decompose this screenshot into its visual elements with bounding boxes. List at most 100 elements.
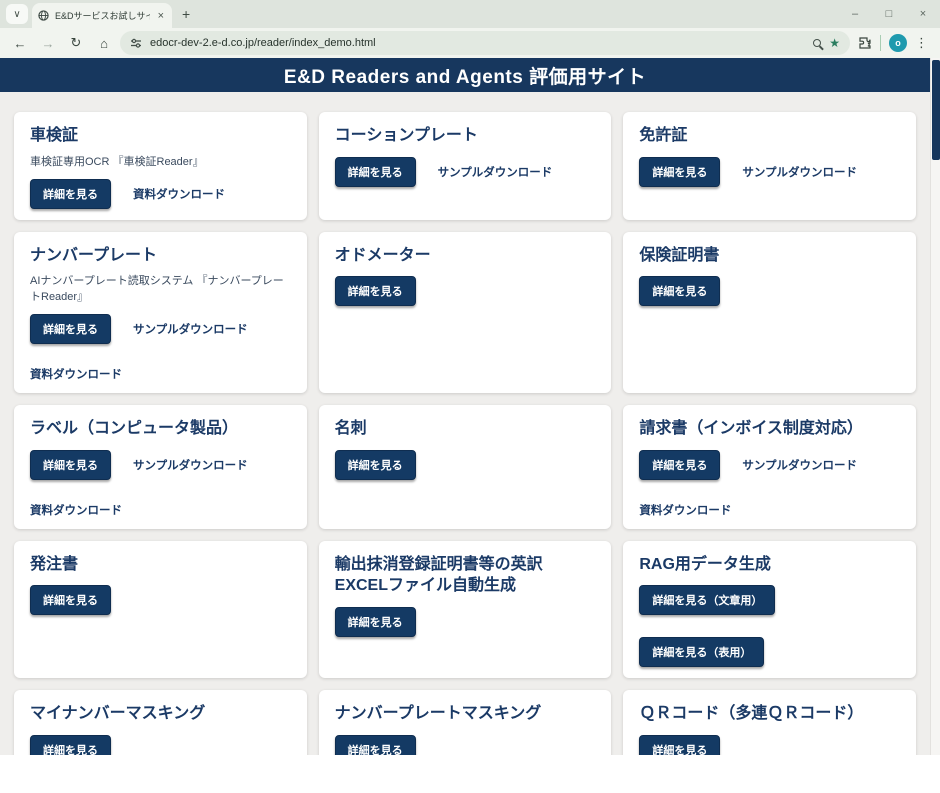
- card-actions: 詳細を見る サンプルダウンロード資料ダウンロード: [639, 449, 900, 518]
- sample-download-link[interactable]: サンプルダウンロード: [133, 457, 248, 473]
- card-title: オドメーター: [334, 246, 431, 264]
- card: 保険証明書詳細を見る: [623, 231, 916, 394]
- card-actions: 詳細を見る: [639, 276, 900, 307]
- search-icon[interactable]: [813, 39, 822, 47]
- details-button[interactable]: 詳細を見る: [30, 449, 111, 480]
- scrollbar-thumb[interactable]: [932, 60, 940, 160]
- card: ナンバープレート AIナンバープレート読取システム 『ナンバープレートReader…: [14, 231, 307, 394]
- cards-grid: 車検証 車検証専用OCR 『車検証Reader』 詳細を見る 資料ダウンロード コーショ…: [0, 92, 930, 755]
- card-actions: 詳細を見る: [334, 606, 596, 637]
- tab-title: E&Dサービスお試しサイト: [55, 11, 150, 21]
- details-button[interactable]: 詳細を見る: [639, 156, 721, 187]
- card: ラベル（コンピュータ製品） 詳細を見る サンプルダウンロード資料ダウンロード: [14, 405, 307, 529]
- card-title: ラベル（コンピュータ製品）: [30, 420, 239, 438]
- tab-strip: ∨ E&Dサービスお試しサイト × + – □ ×: [0, 0, 940, 28]
- card-title: 名刺: [334, 420, 367, 438]
- card: ＱＲコード（多連ＱＲコード） 詳細を見る: [623, 690, 916, 755]
- page-title: E&D Readers and Agents 評価用サイト: [283, 66, 647, 88]
- page-scrollbar[interactable]: [930, 58, 940, 755]
- reload-icon[interactable]: ↻: [64, 31, 88, 55]
- details-button[interactable]: 詳細を見る: [334, 734, 416, 755]
- details-button[interactable]: 詳細を見る: [334, 156, 416, 187]
- browser-window: ∨ E&Dサービスお試しサイト × + – □ × ← → ↻ ⌂ edocr-…: [0, 0, 940, 755]
- details-table-button[interactable]: 詳細を見る（表用）: [639, 637, 765, 668]
- site-header: E&D Readers and Agents 評価用サイト: [0, 58, 930, 92]
- details-button[interactable]: 詳細を見る: [30, 178, 111, 209]
- chevron-down-icon: ∨: [13, 8, 21, 20]
- new-tab-button[interactable]: +: [182, 6, 190, 22]
- card: 車検証車検証専用OCR 『車検証Reader』詳細を見る 資料ダウンロード: [14, 112, 307, 220]
- details-button[interactable]: 詳細を見る: [30, 734, 111, 755]
- details-button[interactable]: 詳細を見る: [334, 606, 416, 637]
- card-title: 発注書: [30, 555, 79, 573]
- card-title: 輸出抹消登録証明書等の英訳EXCELファイル自動生成: [334, 555, 543, 595]
- card-title: マイナンバーマスキング: [30, 705, 206, 723]
- menu-kebab-icon[interactable]: ⋮: [915, 35, 928, 51]
- card-title: ナンバープレートマスキング: [334, 705, 542, 723]
- profile-avatar[interactable]: o: [889, 34, 907, 52]
- browser-tab[interactable]: E&Dサービスお試しサイト ×: [32, 3, 172, 28]
- sample-download-link[interactable]: サンプルダウンロード: [438, 164, 553, 180]
- card: 請求書（インボイス制度対応） 詳細を見る サンプルダウンロード資料ダウンロード: [623, 405, 916, 529]
- card-actions: 詳細を見る: [30, 585, 291, 616]
- web-page: E&D Readers and Agents 評価用サイト 車検証車検証専用OC…: [0, 58, 940, 755]
- card: マイナンバーマスキング 詳細を見る: [14, 690, 307, 755]
- card-title: 保険証明書: [639, 246, 720, 264]
- forward-icon[interactable]: →: [36, 31, 60, 55]
- page-content: 車検証 車検証専用OCR 『車検証Reader』 詳細を見る 資料ダウンロード コーショ…: [0, 92, 930, 755]
- close-button[interactable]: ×: [906, 8, 940, 20]
- toolbar-divider: [880, 35, 881, 51]
- maximize-button[interactable]: □: [872, 8, 906, 20]
- document-download-link[interactable]: 資料ダウンロード: [133, 186, 225, 202]
- extensions-icon[interactable]: [858, 36, 872, 50]
- minimize-button[interactable]: –: [838, 8, 872, 20]
- details-button[interactable]: 詳細を見る: [30, 314, 111, 345]
- toolbar-right: o ⋮: [854, 34, 932, 52]
- details-button[interactable]: 詳細を見る: [334, 449, 416, 480]
- card-title: コーションプレート: [334, 127, 478, 144]
- card-subtitle: 車検証専用OCR 『車検証Reader』: [30, 155, 204, 168]
- card-title: 車検証: [30, 127, 79, 144]
- card-actions: 詳細を見る サンプルダウンロード: [639, 156, 900, 187]
- window-controls: – □ ×: [838, 0, 940, 28]
- back-icon[interactable]: ←: [8, 31, 32, 55]
- bookmark-star-icon[interactable]: ★: [829, 36, 840, 50]
- browser-toolbar: ← → ↻ ⌂ edocr-dev-2.e-d.co.jp/reader/ind…: [0, 28, 940, 58]
- card-actions: 詳細を見る: [30, 734, 291, 755]
- document-download-link[interactable]: 資料ダウンロード: [30, 502, 122, 518]
- home-icon[interactable]: ⌂: [92, 31, 116, 55]
- sample-download-link[interactable]: サンプルダウンロード: [133, 321, 248, 337]
- card: 発注書 詳細を見る: [14, 540, 307, 679]
- card-title: 免許証: [639, 127, 688, 144]
- card-actions: 詳細を見る（文章用） 詳細を見る（表用）: [639, 585, 900, 668]
- details-button[interactable]: 詳細を見る: [334, 276, 416, 307]
- globe-favicon-icon: [38, 10, 49, 21]
- card-actions: 詳細を見る: [639, 734, 900, 755]
- document-download-link[interactable]: 資料ダウンロード: [30, 366, 122, 382]
- card-actions: 詳細を見る サンプルダウンロード資料ダウンロード: [30, 314, 291, 382]
- address-bar[interactable]: edocr-dev-2.e-d.co.jp/reader/index_demo.…: [120, 31, 850, 55]
- sample-download-link[interactable]: サンプルダウンロード: [742, 457, 857, 473]
- card: 名刺 詳細を見る: [318, 405, 612, 529]
- details-button[interactable]: 詳細を見る: [639, 449, 721, 480]
- url-text[interactable]: edocr-dev-2.e-d.co.jp/reader/index_demo.…: [150, 37, 805, 49]
- card-title: ＱＲコード（多連ＱＲコード）: [639, 705, 864, 723]
- card-actions: 詳細を見る: [334, 734, 596, 755]
- details-button[interactable]: 詳細を見る: [30, 585, 111, 616]
- card: コーションプレート詳細を見る サンプルダウンロード: [318, 112, 612, 220]
- card-title: ナンバープレート: [30, 246, 158, 264]
- site-info-tune-icon[interactable]: [130, 37, 142, 49]
- tab-search-button[interactable]: ∨: [6, 4, 28, 24]
- sample-download-link[interactable]: サンプルダウンロード: [742, 164, 857, 180]
- card-title: RAG用データ生成: [639, 555, 771, 573]
- card: 免許証詳細を見る サンプルダウンロード: [623, 112, 916, 220]
- document-download-link[interactable]: 資料ダウンロード: [639, 502, 731, 518]
- tab-close-icon[interactable]: ×: [156, 10, 166, 22]
- card-actions: 詳細を見る 資料ダウンロード: [30, 178, 291, 209]
- details-button[interactable]: 詳細を見る: [639, 276, 721, 307]
- card: 輸出抹消登録証明書等の英訳EXCELファイル自動生成詳細を見る: [318, 540, 612, 679]
- card-actions: 詳細を見る サンプルダウンロード資料ダウンロード: [30, 449, 291, 518]
- details-button[interactable]: 詳細を見る: [639, 734, 721, 755]
- card-title: 請求書（インボイス制度対応）: [639, 420, 863, 438]
- details-text-button[interactable]: 詳細を見る（文章用）: [639, 585, 776, 616]
